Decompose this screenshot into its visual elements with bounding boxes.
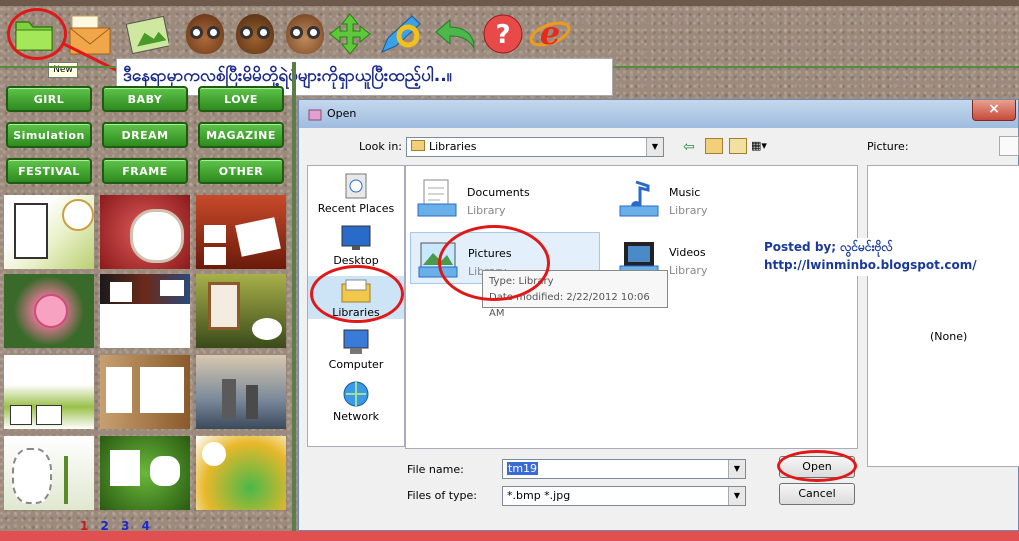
dialog-titlebar[interactable]: Open × xyxy=(299,100,1018,128)
cancel-button[interactable]: Cancel xyxy=(779,483,855,505)
item-name: Music xyxy=(669,186,701,199)
place-computer[interactable]: Computer xyxy=(308,328,404,371)
category-button-girl[interactable]: GIRL xyxy=(6,86,92,112)
filename-value: tm19 xyxy=(507,462,539,475)
template-thumb[interactable] xyxy=(100,355,190,429)
preview-icon[interactable] xyxy=(999,136,1019,156)
template-thumb[interactable] xyxy=(196,195,286,269)
category-button-magazine[interactable]: MAGAZINE xyxy=(198,122,284,148)
blog-url[interactable]: http://lwinminbo.blogspot.com/ xyxy=(764,256,986,274)
toolbar: ? e xyxy=(0,0,1019,62)
network-icon xyxy=(340,380,372,408)
bottom-bar xyxy=(0,531,1019,541)
template-thumb[interactable] xyxy=(196,274,286,348)
look-in-select[interactable]: Libraries ▼ xyxy=(406,137,664,157)
template-thumb[interactable] xyxy=(100,436,190,510)
filetype-label: Files of type: xyxy=(407,489,478,502)
computer-icon xyxy=(340,328,372,356)
file-list: Documents Library Music Library Pictures… xyxy=(405,165,858,449)
place-label: Computer xyxy=(328,358,384,371)
pencil-icon[interactable] xyxy=(378,12,422,56)
filename-input[interactable]: tm19 ▼ xyxy=(502,459,746,479)
posted-by-text: Posted by; လွင်မင်းဗိုလ် xyxy=(764,240,893,254)
list-item-documents[interactable]: Documents Library xyxy=(410,172,600,224)
template-thumb[interactable] xyxy=(100,195,190,269)
template-thumb[interactable] xyxy=(196,355,286,429)
highlight-ring-libraries xyxy=(310,265,404,323)
item-type: Library xyxy=(669,264,708,277)
look-in-value: Libraries xyxy=(429,140,477,153)
recent-places-icon xyxy=(340,172,372,200)
item-type: Library xyxy=(669,204,708,217)
category-button-dream[interactable]: DREAM xyxy=(102,122,188,148)
dialog-title: Open xyxy=(327,107,357,120)
undo-icon[interactable] xyxy=(432,12,476,56)
music-icon xyxy=(618,178,660,218)
chevron-down-icon: ▼ xyxy=(728,460,745,478)
chevron-down-icon: ▼ xyxy=(728,487,745,505)
svg-text:?: ? xyxy=(495,20,510,50)
new-tooltip: New xyxy=(48,62,78,78)
picture-icon[interactable] xyxy=(125,12,169,56)
open-dialog: Open × Look in: Libraries ▼ ⇦ ▦▾ Picture… xyxy=(298,99,1019,531)
owl-icon[interactable] xyxy=(183,12,227,56)
new-folder-icon[interactable] xyxy=(729,138,747,154)
documents-icon xyxy=(416,178,458,218)
template-thumb[interactable] xyxy=(4,355,94,429)
help-icon[interactable]: ? xyxy=(481,12,525,56)
category-button-festival[interactable]: FESTIVAL xyxy=(6,158,92,184)
item-name: Documents xyxy=(467,186,530,199)
app-icon xyxy=(308,109,322,121)
template-thumb[interactable] xyxy=(4,274,94,348)
place-label: Network xyxy=(333,410,379,423)
move-icon[interactable] xyxy=(328,12,372,56)
filename-label: File name: xyxy=(407,463,464,476)
list-item-music[interactable]: Music Library xyxy=(612,172,802,224)
category-button-frame[interactable]: FRAME xyxy=(102,158,188,184)
svg-text:e: e xyxy=(540,14,560,52)
picture-preview: (None) xyxy=(867,165,1019,467)
ie-icon[interactable]: e xyxy=(528,12,572,56)
category-button-love[interactable]: LOVE xyxy=(198,86,284,112)
posted-by-overlay: Posted by; လွင်မင်းဗိုလ် http://lwinminb… xyxy=(762,238,986,276)
item-name: Videos xyxy=(669,246,706,259)
close-button[interactable]: × xyxy=(972,100,1016,121)
category-button-other[interactable]: OTHER xyxy=(198,158,284,184)
highlight-ring-pictures xyxy=(438,225,550,301)
template-thumb[interactable] xyxy=(4,436,94,510)
instruction-callout: ဒီနေရာမှာကလစ်ပြီးမိမိတို့ရဲပုံများကိုရှာ… xyxy=(116,58,613,96)
filetype-value: *.bmp *.jpg xyxy=(507,489,571,502)
view-menu-icon[interactable]: ▦▾ xyxy=(751,139,767,152)
category-button-baby[interactable]: BABY xyxy=(102,86,188,112)
item-type: Library xyxy=(467,204,506,217)
place-label: Recent Places xyxy=(317,202,395,215)
place-network[interactable]: Network xyxy=(308,380,404,423)
back-icon[interactable]: ⇦ xyxy=(683,139,695,155)
panel-divider xyxy=(292,62,296,541)
filetype-select[interactable]: *.bmp *.jpg ▼ xyxy=(502,486,746,506)
look-in-label: Look in: xyxy=(359,140,402,153)
place-desktop[interactable]: Desktop xyxy=(308,224,404,267)
desktop-icon xyxy=(340,224,372,252)
owl-icon[interactable] xyxy=(233,12,277,56)
chevron-down-icon: ▼ xyxy=(646,138,663,156)
up-folder-icon[interactable] xyxy=(705,138,723,154)
template-thumb[interactable] xyxy=(4,195,94,269)
template-thumb[interactable] xyxy=(196,436,286,510)
category-button-simulation[interactable]: Simulation xyxy=(6,122,92,148)
place-recent[interactable]: Recent Places xyxy=(308,172,404,215)
template-thumb[interactable] xyxy=(100,274,190,348)
owl-icon[interactable] xyxy=(283,12,327,56)
picture-label: Picture: xyxy=(867,140,909,153)
highlight-ring-open xyxy=(777,450,857,482)
folder-icon xyxy=(411,140,425,151)
picture-none: (None) xyxy=(930,330,968,343)
